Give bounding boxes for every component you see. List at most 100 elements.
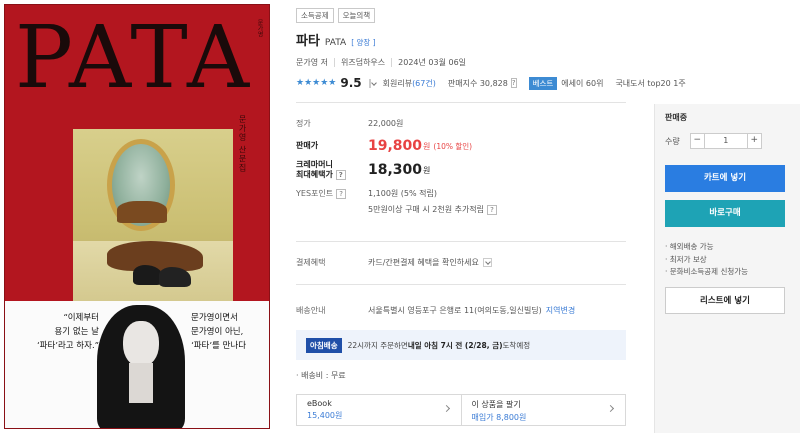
help-icon[interactable]: ? <box>336 188 347 199</box>
payment-benefit-row: 결제혜택 카드/간편결제 혜택을 확인하세요 <box>296 257 492 268</box>
format-name: eBook <box>307 399 332 408</box>
points-extra-row: 5만원이상 구매 시 2천원 추가적립 ? <box>296 204 626 215</box>
quantity-input[interactable]: 1 <box>703 134 748 148</box>
quantity-plus-button[interactable]: + <box>748 134 761 148</box>
book-meta: 문가영 저 위즈덤하우스 2024년 03월 06일 <box>296 57 656 68</box>
buy-now-button[interactable]: 바로구매 <box>665 200 785 227</box>
cover-painting <box>73 129 233 301</box>
sell-item-link[interactable]: 이 상품을 팔기 매입가 8,800원 <box>460 395 626 425</box>
book-cover-image[interactable]: PATA 문가영 문가영 산문집 “이제부터 용기 없는 날 ‘파타’라고 하자… <box>4 4 270 429</box>
payment-label: 결제혜택 <box>296 257 326 267</box>
painting-hair-reflection <box>117 201 167 223</box>
points-label: YES포인트? <box>296 188 368 199</box>
review-count[interactable]: (67건) <box>412 78 436 89</box>
shipping-label: 배송안내 <box>296 305 326 315</box>
divider <box>391 58 393 67</box>
benefit-list: · 해외배송 가능 · 최저가 보상 · 문화비소득공제 신청가능 <box>665 241 790 279</box>
other-formats: eBook 15,400원 이 상품을 팔기 매입가 8,800원 <box>296 394 626 426</box>
rating-row: ★★★★★ 9.5 회원리뷰 (67건) 판매지수 30,828 ? 베스트 에… <box>296 76 686 90</box>
benefit-item: · 문화비소득공제 신청가능 <box>665 267 749 276</box>
cover-portrait <box>95 305 187 428</box>
list-price-label: 정가 <box>296 118 311 128</box>
book-subtitle: PATA <box>324 38 347 48</box>
publisher-link[interactable]: 위즈덤하우스 <box>341 57 385 68</box>
morning-delivery-time: 내일 아침 7시 전 (2/28, 금) <box>407 340 503 350</box>
tag-book-of-day[interactable]: 오늘의책 <box>337 8 376 23</box>
section-divider <box>296 241 626 242</box>
points-value: 1,100원 (5% 적립) <box>368 189 438 198</box>
best-rank-domestic[interactable]: 국내도서 top20 1주 <box>615 78 685 89</box>
discount-rate: (10% 할인) <box>433 141 473 151</box>
crema-price-unit: 원 <box>423 165 431 175</box>
quantity-stepper: − 1 + <box>689 133 762 149</box>
ebook-format-link[interactable]: eBook 15,400원 <box>297 395 461 425</box>
cover-title: PATA <box>15 8 254 108</box>
cover-quote-right: 문가영이면서 문가영이 아닌, ‘파타’를 만나다 <box>191 313 247 351</box>
help-icon[interactable]: ? <box>335 170 346 180</box>
crema-price-label: 크레마머니 최대혜택가? <box>296 160 368 180</box>
sale-price-value: 19,800 <box>368 138 423 154</box>
review-label[interactable]: 회원리뷰 <box>383 78 412 89</box>
tag-list: 소득공제 오늘의책 <box>296 8 656 23</box>
format-name: 이 상품을 팔기 <box>471 400 521 409</box>
cover-bottom-panel: “이제부터 용기 없는 날 ‘파타’라고 하자.” 문가영이면서 문가영이 아닌… <box>5 301 269 428</box>
rating-dropdown-icon[interactable] <box>368 78 371 88</box>
star-rating-icon: ★★★★★ <box>296 78 337 88</box>
divider <box>333 58 335 67</box>
author-link[interactable]: 문가영 저 <box>296 57 328 68</box>
list-price-value: 22,000원 <box>368 119 404 128</box>
cover-quote-left: “이제부터 용기 없는 날 ‘파타’라고 하자.” <box>36 313 99 351</box>
add-to-list-button[interactable]: 리스트에 넣기 <box>665 286 785 314</box>
sales-index: 판매지수 30,828 <box>447 78 508 88</box>
crema-price-row: 크레마머니 최대혜택가? 18,300 원 <box>296 160 626 180</box>
quantity-row: 수량 − 1 + <box>665 133 790 149</box>
sale-price-unit: 원 <box>423 141 431 151</box>
portrait-face <box>123 321 159 367</box>
shipping-address: 서울특별시 영등포구 은행로 11(여의도동,일신빌딩) <box>368 306 542 315</box>
binding-type: [ 양장 ] <box>351 38 376 47</box>
points-row: YES포인트? 1,100원 (5% 적립) <box>296 188 626 199</box>
change-region-link[interactable]: 지역변경 <box>546 305 575 316</box>
help-icon[interactable]: ? <box>487 204 498 215</box>
sale-price-row: 판매가 19,800 원 (10% 할인) <box>296 138 626 154</box>
painting-shoes <box>107 241 203 291</box>
shipping-row: 배송안내 서울특별시 영등포구 은행로 11(여의도동,일신빌딩) 지역변경 <box>296 305 575 316</box>
points-label-text: YES포인트 <box>296 188 334 198</box>
sale-price-label: 판매가 <box>296 141 319 150</box>
rating-score: 9.5 <box>340 76 362 90</box>
format-price: 15,400원 <box>307 411 343 420</box>
product-info: 소득공제 오늘의책 파타 PATA [ 양장 ] 문가영 저 위즈덤하우스 20… <box>296 8 686 90</box>
help-icon[interactable]: ? <box>510 78 517 88</box>
list-price-row: 정가 22,000원 <box>296 118 626 129</box>
crema-label-line1: 크레마머니 <box>296 160 333 169</box>
payment-text[interactable]: 카드/간편결제 혜택을 확인하세요 <box>368 257 479 268</box>
title-row: 파타 PATA [ 양장 ] <box>296 30 656 49</box>
book-title: 파타 <box>296 34 320 49</box>
crema-label-line2: 최대혜택가? <box>296 170 368 180</box>
cover-subtitle-vertical: 문가영 산문집 <box>238 115 247 173</box>
chevron-down-icon[interactable] <box>482 258 492 267</box>
section-divider <box>296 284 626 285</box>
quantity-minus-button[interactable]: − <box>691 134 704 148</box>
morning-delivery-banner: 아침배송 22시까지 주문하면 내일 아침 7시 전 (2/28, 금) 도착예… <box>296 330 626 360</box>
benefit-item[interactable]: · 최저가 보상 <box>665 254 790 267</box>
portrait-neck <box>129 363 153 403</box>
price-block: 정가 22,000원 판매가 19,800 원 (10% 할인) 크레마머니 최… <box>296 118 626 215</box>
cover-author-top: 문가영 <box>256 19 263 37</box>
morning-delivery-post: 도착예정 <box>502 340 531 350</box>
quantity-label: 수량 <box>665 136 680 146</box>
add-to-cart-button[interactable]: 카트에 넣기 <box>665 165 785 192</box>
best-rank-essay[interactable]: 에세이 60위 <box>561 78 603 89</box>
format-price: 매입가 8,800원 <box>471 413 527 422</box>
best-badge: 베스트 <box>528 76 558 90</box>
sale-status: 판매중 <box>665 113 688 122</box>
crema-price-value: 18,300 <box>368 162 423 178</box>
shipping-fee: · 배송비 : 무료 <box>296 371 346 380</box>
morning-delivery-badge: 아침배송 <box>306 337 342 353</box>
points-extra: 5만원이상 구매 시 2천원 추가적립 <box>368 205 485 214</box>
section-divider <box>296 102 626 103</box>
tag-tax-deduction[interactable]: 소득공제 <box>296 8 334 23</box>
purchase-panel: 판매중 수량 − 1 + 카트에 넣기 바로구매 · 해외배송 가능 · 최저가… <box>654 104 800 433</box>
morning-delivery-pre: 22시까지 주문하면 <box>347 340 408 350</box>
publish-date: 2024년 03월 06일 <box>398 58 467 67</box>
